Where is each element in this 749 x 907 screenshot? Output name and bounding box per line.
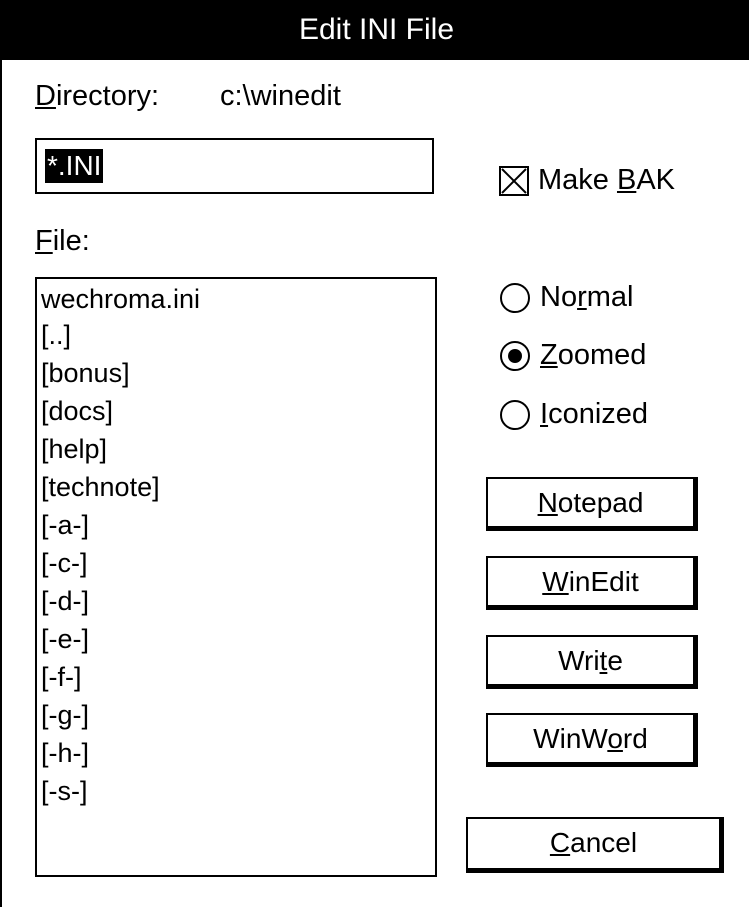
zoomed-radio-label[interactable]: Zoomed bbox=[540, 339, 646, 372]
dialog-title: Edit INI File bbox=[2, 0, 749, 60]
cancel-button[interactable]: Cancel bbox=[466, 817, 724, 873]
checkbox-x-icon bbox=[501, 168, 527, 194]
normal-radio[interactable] bbox=[500, 283, 530, 313]
list-item[interactable]: [..] bbox=[41, 319, 71, 351]
directory-label: Directory: bbox=[35, 80, 160, 112]
file-label: File: bbox=[35, 225, 90, 257]
list-item[interactable]: [-s-] bbox=[41, 775, 88, 807]
list-item[interactable]: [help] bbox=[41, 433, 107, 465]
list-item[interactable]: [-h-] bbox=[41, 737, 89, 769]
list-item[interactable]: [-c-] bbox=[41, 547, 88, 579]
winword-button[interactable]: WinWord bbox=[486, 713, 698, 767]
iconized-radio-label[interactable]: Iconized bbox=[540, 398, 648, 431]
list-item[interactable]: [-d-] bbox=[41, 585, 89, 617]
winedit-button[interactable]: WinEdit bbox=[486, 556, 698, 610]
make-bak-checkbox[interactable] bbox=[499, 166, 529, 196]
notepad-button[interactable]: Notepad bbox=[486, 477, 698, 531]
file-listbox[interactable]: wechroma.ini [..] [bonus] [docs] [help] … bbox=[35, 277, 437, 877]
iconized-radio[interactable] bbox=[500, 400, 530, 430]
zoomed-radio[interactable] bbox=[500, 341, 530, 371]
list-item[interactable]: [technote] bbox=[41, 471, 160, 503]
list-item[interactable]: [-g-] bbox=[41, 699, 89, 731]
edit-ini-dialog: Edit INI File Directory: c:\winedit *.IN… bbox=[0, 0, 749, 907]
filter-text: *.INI bbox=[45, 149, 104, 183]
filename-filter-input[interactable]: *.INI bbox=[35, 138, 434, 194]
list-item[interactable]: wechroma.ini bbox=[41, 283, 200, 315]
list-item[interactable]: [bonus] bbox=[41, 357, 130, 389]
write-button[interactable]: Write bbox=[486, 635, 698, 689]
make-bak-label[interactable]: Make BAK bbox=[538, 164, 675, 197]
list-item[interactable]: [-e-] bbox=[41, 623, 89, 655]
list-item[interactable]: [docs] bbox=[41, 395, 113, 427]
directory-value: c:\winedit bbox=[220, 80, 341, 112]
list-item[interactable]: [-f-] bbox=[41, 661, 82, 693]
list-item[interactable]: [-a-] bbox=[41, 509, 89, 541]
normal-radio-label[interactable]: Normal bbox=[540, 281, 633, 314]
